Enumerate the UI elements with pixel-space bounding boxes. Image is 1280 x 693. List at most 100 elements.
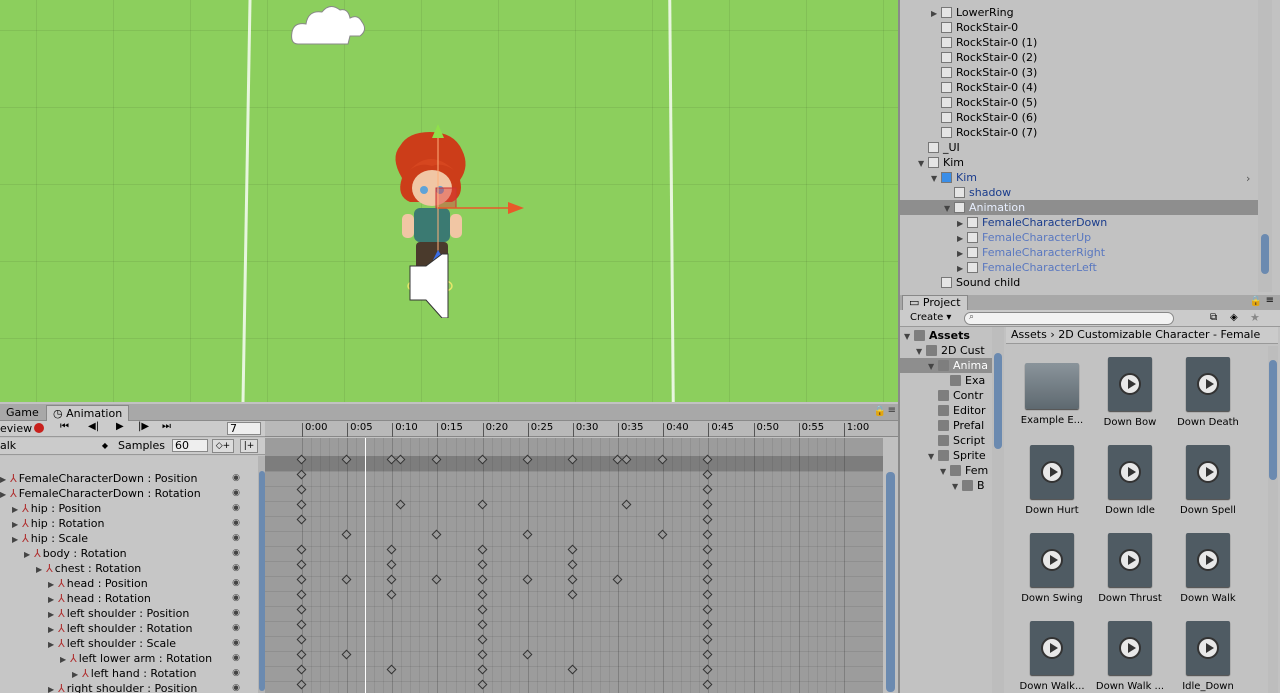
folder-tree-item[interactable]: ▼ Sprite [900,448,996,463]
property-row[interactable]: ▶ ⅄ chest : Rotation ◉ [0,561,258,576]
tab-project[interactable]: ▭ Project [902,295,968,310]
folder-tree-item[interactable]: Prefal [900,418,996,433]
eye-icon[interactable]: ◉ [232,561,240,576]
asset-item[interactable]: Idle_Down [1172,621,1244,692]
chevron-right-icon[interactable]: ▶ [48,607,58,622]
preview-toggle[interactable]: eview [0,422,32,436]
tree-scrollbar[interactable] [992,327,1004,693]
chevron-right-icon[interactable]: ▶ [957,261,967,276]
property-row[interactable]: ▶ ⅄ hip : Position ◉ [0,501,258,516]
asset-item[interactable]: Down Walk [1172,533,1244,604]
property-row[interactable]: ▶ ⅄ head : Position ◉ [0,576,258,591]
menu-icon[interactable]: ≡ [888,405,896,416]
hierarchy-item[interactable]: ▶ FemaleCharacterRight [900,245,1272,260]
chevron-right-icon[interactable]: ▶ [931,6,941,21]
chevron-right-icon[interactable]: ▶ [48,577,58,592]
eye-icon[interactable]: ◉ [232,681,240,693]
chevron-right-icon[interactable]: ▶ [12,517,22,532]
chevron-right-icon[interactable]: ▶ [60,652,70,667]
chevron-right-icon[interactable]: ▶ [957,231,967,246]
chevron-down-icon[interactable]: ▼ [928,449,938,464]
breadcrumb-root[interactable]: Assets [1011,328,1047,341]
property-row[interactable]: ▶ ⅄ body : Rotation ◉ [0,546,258,561]
hierarchy-item[interactable]: RockStair-0 (3) [900,65,1272,80]
asset-item[interactable]: Down Walk ... [1094,621,1166,692]
hierarchy-item[interactable]: ▶ FemaleCharacterDown [900,215,1272,230]
timeline-ruler[interactable]: 0:00 0:05 0:10 0:15 0:20 0:25 0:30 0:35 0:40 0:45… [265,421,898,437]
eye-icon[interactable]: ◉ [232,591,240,606]
eye-icon[interactable]: ◉ [232,636,240,651]
hierarchy-item[interactable]: ▶ FemaleCharacterUp [900,230,1272,245]
chevron-right-icon[interactable]: ▶ [48,592,58,607]
hierarchy-item[interactable]: shadow [900,185,1272,200]
chevron-down-icon[interactable]: ▼ [916,344,926,359]
asset-item[interactable]: Down Hurt [1016,445,1088,516]
chevron-down-icon[interactable]: ▼ [904,329,914,344]
folder-tree-item[interactable]: ▼ Assets [900,328,996,343]
scene-view[interactable] [0,0,898,402]
property-row[interactable]: ▶ ⅄ left shoulder : Rotation ◉ [0,621,258,636]
property-row[interactable]: ▶ ⅄ right shoulder : Position ◉ [0,681,258,693]
asset-item[interactable]: Example E... [1016,357,1088,426]
property-row[interactable]: ▶ ⅄ left shoulder : Position ◉ [0,606,258,621]
hierarchy-item[interactable]: RockStair-0 [900,20,1272,35]
lock-icon[interactable]: 🔒 [1250,296,1262,307]
dopesheet[interactable] [265,438,883,693]
hierarchy-item[interactable]: RockStair-0 (6) [900,110,1272,125]
frame-field[interactable]: 7 [227,422,261,435]
clip-dropdown[interactable]: alk ◆ [0,439,110,453]
breadcrumb-folder[interactable]: 2D Customizable Character - Female [1058,328,1260,341]
chevron-right-icon[interactable]: ▶ [12,532,22,547]
property-row[interactable]: ▶ ⅄ head : Rotation ◉ [0,591,258,606]
hierarchy-item[interactable]: _UI [900,140,1272,155]
folder-tree-item[interactable]: Script [900,433,996,448]
chevron-right-icon[interactable]: ▶ [24,547,34,562]
property-row[interactable]: ▶ ⅄ hip : Scale ◉ [0,531,258,546]
asset-item[interactable]: Down Walk... [1016,621,1088,692]
eye-icon[interactable]: ◉ [232,666,240,681]
record-button[interactable] [34,423,44,433]
chevron-right-icon[interactable]: ▶ [72,667,82,682]
tab-animation[interactable]: ◷ Animation [46,405,130,421]
add-event-button[interactable]: |+ [240,439,258,453]
eye-icon[interactable]: ◉ [232,546,240,561]
chevron-right-icon[interactable]: ▶ [12,502,22,517]
chevron-right-icon[interactable]: ▶ [48,622,58,637]
chevron-down-icon[interactable]: ▼ [928,359,938,374]
property-row[interactable]: ▶ ⅄ FemaleCharacterDown : Rotation ◉ [0,486,258,501]
asset-item[interactable]: Down Swing [1016,533,1088,604]
lock-icon[interactable]: 🔒 [874,406,886,417]
asset-item[interactable]: Down Idle [1094,445,1166,516]
chevron-down-icon[interactable]: ▼ [918,156,928,171]
prev-keyframe-button[interactable]: ◀| [88,421,99,432]
chevron-right-icon[interactable]: ▶ [0,472,10,487]
star-icon[interactable]: ★ [1250,311,1260,324]
hierarchy-item[interactable]: Sound child [900,275,1272,290]
chevron-down-icon[interactable]: ▼ [944,201,954,216]
first-keyframe-button[interactable]: ⏮ [60,421,69,432]
search-input[interactable]: ⌕ [964,312,1174,325]
scroll-thumb[interactable] [886,472,895,692]
hierarchy-item[interactable]: RockStair-0 (1) [900,35,1272,50]
asset-item[interactable]: Down Thrust [1094,533,1166,604]
chevron-right-icon[interactable]: ▶ [957,216,967,231]
hierarchy-item[interactable]: ▶ LowerRing [900,5,1272,20]
scroll-thumb[interactable] [1269,360,1277,480]
chevron-right-icon[interactable]: ▶ [957,246,967,261]
folder-tree-item[interactable]: ▼ Anima [900,358,996,373]
grid-scrollbar[interactable] [1268,346,1278,693]
character-sprite[interactable] [380,118,530,318]
property-row[interactable]: ▶ ⅄ left lower arm : Rotation ◉ [0,651,258,666]
asset-item[interactable]: Down Spell [1172,445,1244,516]
play-button[interactable]: ▶ [116,421,124,432]
folder-tree-item[interactable]: Contr [900,388,996,403]
eye-icon[interactable]: ◉ [232,621,240,636]
chevron-right-icon[interactable]: ▶ [0,487,10,502]
chevron-right-icon[interactable]: ▶ [36,562,46,577]
eye-icon[interactable]: ◉ [232,606,240,621]
chevron-right-icon[interactable]: ▶ [48,637,58,652]
menu-icon[interactable]: ≡ [1266,295,1274,306]
tab-game[interactable]: Game [0,405,45,421]
playhead[interactable] [365,438,367,693]
hierarchy-item[interactable]: RockStair-0 (5) [900,95,1272,110]
